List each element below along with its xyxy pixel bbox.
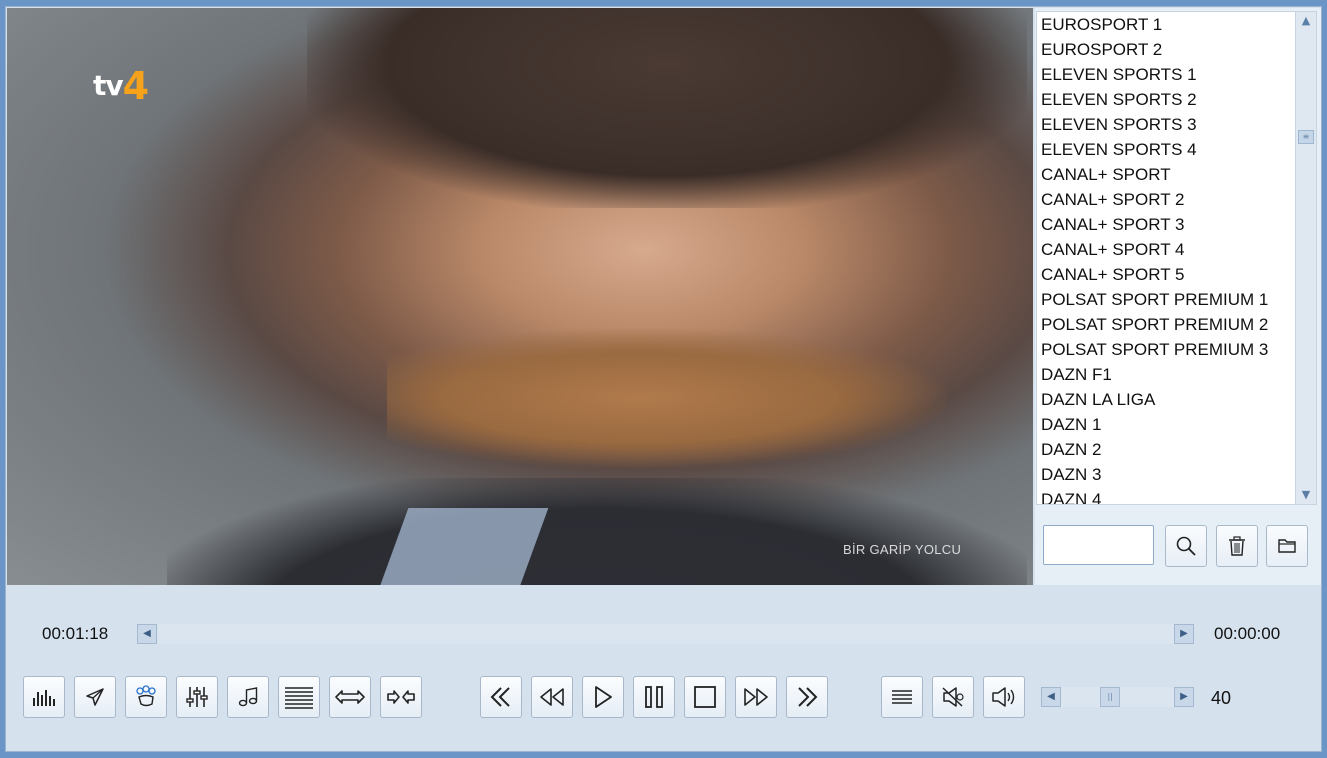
folder-icon xyxy=(1278,539,1296,553)
seek-right-arrow-icon[interactable]: ▶ xyxy=(1174,624,1194,644)
fast-forward-button[interactable] xyxy=(735,676,777,718)
time-total: 00:00:00 xyxy=(1214,624,1281,643)
mixer-button[interactable] xyxy=(176,676,218,718)
next-button[interactable] xyxy=(786,676,828,718)
open-folder-button[interactable] xyxy=(1266,525,1308,567)
rewind-icon xyxy=(540,688,564,706)
channel-logo: tv4 xyxy=(93,60,149,108)
stretch-button[interactable] xyxy=(329,676,371,718)
speaker-icon xyxy=(992,687,1015,707)
channel-list-item[interactable]: ELEVEN SPORTS 4 xyxy=(1037,137,1295,162)
music-note-icon xyxy=(238,687,258,707)
playlist-button[interactable] xyxy=(881,676,923,718)
equalizer-icon xyxy=(33,690,55,706)
volume-button[interactable] xyxy=(983,676,1025,718)
rewind-button[interactable] xyxy=(531,676,573,718)
send-button[interactable] xyxy=(74,676,116,718)
channel-list-item[interactable]: POLSAT SPORT PREMIUM 3 xyxy=(1037,337,1295,362)
search-button[interactable] xyxy=(1165,525,1207,567)
scroll-down-arrow-icon[interactable]: ▼ xyxy=(1298,487,1314,503)
channel-list-item[interactable]: EUROSPORT 1 xyxy=(1037,12,1295,37)
audio-track-button[interactable] xyxy=(227,676,269,718)
channel-list-item[interactable]: CANAL+ SPORT 2 xyxy=(1037,187,1295,212)
hand-tags-icon xyxy=(136,685,156,707)
list-icon xyxy=(892,690,912,704)
speaker-muted-icon xyxy=(942,687,964,707)
video-frame-detail xyxy=(167,478,1027,585)
channel-list[interactable]: EUROSPORT 1 EUROSPORT 2 ELEVEN SPORTS 1 ELE… xyxy=(1036,11,1295,505)
channel-list-item[interactable]: DAZN F1 xyxy=(1037,362,1295,387)
play-icon xyxy=(595,686,612,708)
double-chevron-left-icon xyxy=(490,687,510,707)
search-icon xyxy=(1176,536,1196,556)
channel-list-item[interactable]: ELEVEN SPORTS 2 xyxy=(1037,87,1295,112)
volume-slider-thumb[interactable]: || xyxy=(1100,687,1121,707)
scrollbar-thumb[interactable]: ≡ xyxy=(1298,130,1314,144)
sliders-icon xyxy=(186,687,208,707)
channel-list-scrollbar[interactable]: ▲ ≡ ▼ xyxy=(1295,11,1317,505)
stop-icon xyxy=(694,686,716,708)
channel-list-item[interactable]: ELEVEN SPORTS 1 xyxy=(1037,62,1295,87)
seek-left-arrow-icon[interactable]: ◀ xyxy=(137,624,157,644)
channel-list-item[interactable]: EUROSPORT 2 xyxy=(1037,37,1295,62)
pause-icon xyxy=(645,686,663,708)
search-input[interactable] xyxy=(1043,525,1154,565)
channel-list-item[interactable]: DAZN 1 xyxy=(1037,412,1295,437)
channel-list-item[interactable]: CANAL+ SPORT xyxy=(1037,162,1295,187)
channel-logo-digit: 4 xyxy=(122,64,149,108)
delete-list-button[interactable] xyxy=(1216,525,1258,567)
volume-value: 40 xyxy=(1211,688,1232,708)
volume-down-arrow-icon[interactable]: ◀ xyxy=(1041,687,1061,707)
pause-button[interactable] xyxy=(633,676,675,718)
channel-list-item[interactable]: DAZN 2 xyxy=(1037,437,1295,462)
shrink-button[interactable] xyxy=(380,676,422,718)
channel-list-item[interactable]: POLSAT SPORT PREMIUM 2 xyxy=(1037,312,1295,337)
scroll-up-arrow-icon[interactable]: ▲ xyxy=(1298,13,1314,29)
compress-horizontal-icon xyxy=(387,690,415,704)
stop-button[interactable] xyxy=(684,676,726,718)
channel-list-item[interactable]: DAZN LA LIGA xyxy=(1037,387,1295,412)
channel-panel: EUROSPORT 1 EUROSPORT 2 ELEVEN SPORTS 1 ELE… xyxy=(1035,8,1321,585)
play-button[interactable] xyxy=(582,676,624,718)
video-frame-detail xyxy=(307,8,1027,208)
player-window: tv4 BİR GARİP YOLCU EUROSPORT 1 EUROSPORT… xyxy=(5,6,1322,752)
lines-icon xyxy=(285,687,313,709)
expand-horizontal-icon xyxy=(335,690,365,704)
channel-logo-text: tv xyxy=(93,69,124,102)
equalizer-button[interactable] xyxy=(23,676,65,718)
fast-forward-icon xyxy=(744,688,768,706)
video-frame-detail xyxy=(387,328,947,468)
seek-slider[interactable] xyxy=(158,624,1174,644)
subtitles-button[interactable] xyxy=(278,676,320,718)
channel-list-item[interactable]: CANAL+ SPORT 4 xyxy=(1037,237,1295,262)
double-chevron-right-icon xyxy=(798,687,818,707)
channel-list-item[interactable]: ELEVEN SPORTS 3 xyxy=(1037,112,1295,137)
tags-button[interactable] xyxy=(125,676,167,718)
trash-icon xyxy=(1229,536,1245,556)
mute-button[interactable] xyxy=(932,676,974,718)
video-area[interactable]: tv4 BİR GARİP YOLCU xyxy=(7,8,1033,585)
time-elapsed: 00:01:18 xyxy=(42,624,109,643)
channel-list-item[interactable]: DAZN 4 xyxy=(1037,487,1295,504)
volume-up-arrow-icon[interactable]: ▶ xyxy=(1174,687,1194,707)
channel-list-item[interactable]: CANAL+ SPORT 5 xyxy=(1037,262,1295,287)
program-watermark: BİR GARİP YOLCU xyxy=(843,542,962,557)
channel-list-item[interactable]: CANAL+ SPORT 3 xyxy=(1037,212,1295,237)
previous-button[interactable] xyxy=(480,676,522,718)
paper-plane-icon xyxy=(86,688,104,706)
channel-list-item[interactable]: DAZN 3 xyxy=(1037,462,1295,487)
channel-list-item[interactable]: POLSAT SPORT PREMIUM 1 xyxy=(1037,287,1295,312)
